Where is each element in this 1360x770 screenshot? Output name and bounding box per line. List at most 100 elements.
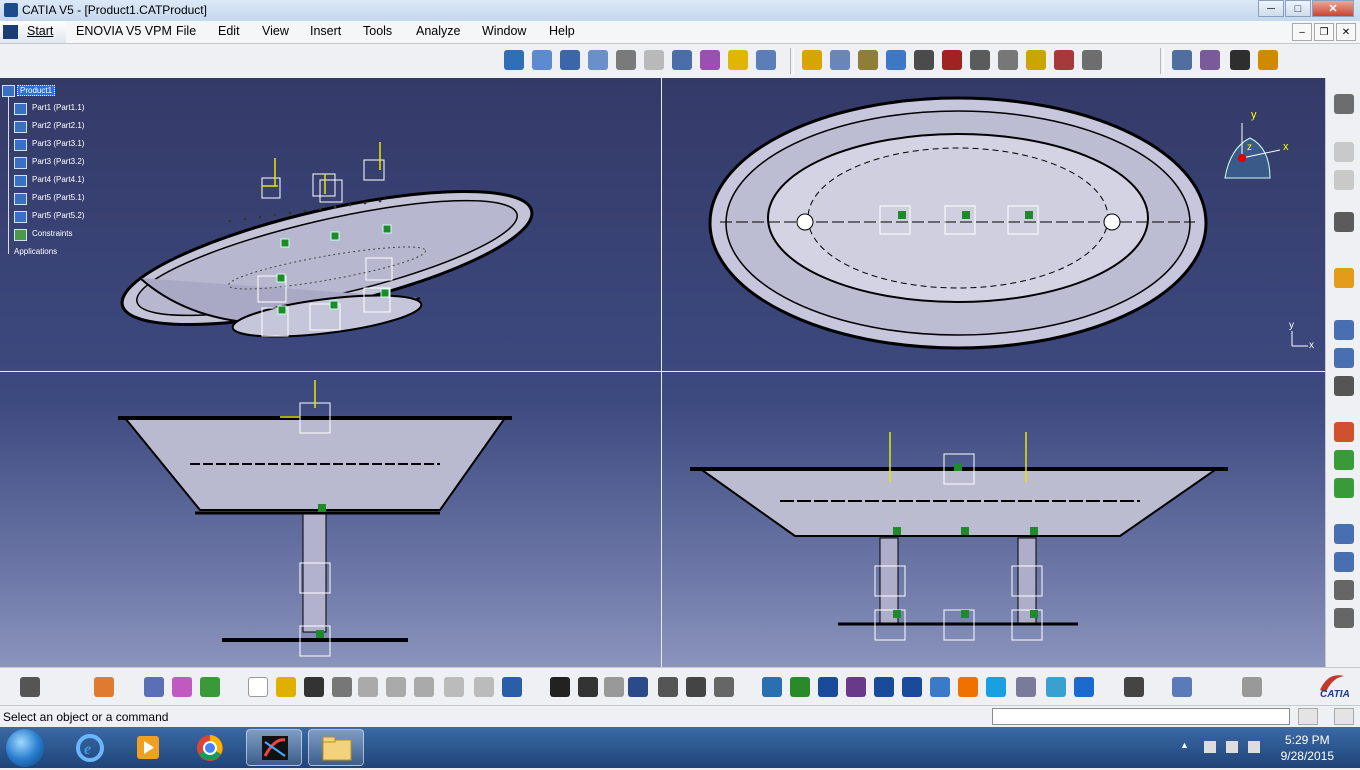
grid-icon[interactable] (94, 677, 114, 697)
tree-item-label[interactable]: Part5 (Part5.1) (32, 193, 84, 202)
cut-icon[interactable] (358, 677, 378, 697)
scenes-icon[interactable] (1334, 376, 1354, 396)
open-folder-icon[interactable] (276, 677, 296, 697)
taskbar-media-player[interactable] (120, 729, 176, 766)
graph-tree-icon[interactable] (700, 50, 720, 70)
fit-all-icon[interactable] (790, 677, 810, 697)
gear-icon[interactable] (802, 50, 822, 70)
stamp-icon[interactable] (1172, 677, 1192, 697)
fly-mode-icon[interactable] (762, 677, 782, 697)
menu-file[interactable]: File (176, 24, 196, 38)
tree-item-label[interactable]: Constraints (32, 229, 72, 238)
menu-view[interactable]: View (262, 24, 289, 38)
zoom-out-icon[interactable] (902, 677, 922, 697)
reuse-pattern-icon[interactable] (1054, 50, 1074, 70)
tree-view-icon[interactable] (658, 677, 678, 697)
3d-viewport[interactable]: y x z y x Product1 Part1 (Part1.1) Part2… (0, 78, 1325, 667)
multi-instantiation-icon[interactable] (756, 50, 776, 70)
new-product-icon[interactable] (560, 50, 580, 70)
tree-item-label[interactable]: Part1 (Part1.1) (32, 103, 84, 112)
parameter-icon[interactable] (714, 677, 734, 697)
weld-icon[interactable] (1334, 608, 1354, 628)
sketch-2-icon[interactable] (1334, 170, 1354, 190)
tree-item-label[interactable]: Part3 (Part3.2) (32, 157, 84, 166)
move-icon[interactable] (1334, 212, 1354, 232)
quick-constraint-icon[interactable] (970, 50, 990, 70)
undo-icon[interactable] (444, 677, 464, 697)
bill-of-material-icon[interactable] (1334, 320, 1354, 340)
select-cursor-icon[interactable] (1334, 268, 1354, 288)
change-constraint-icon[interactable] (1026, 50, 1046, 70)
explode-icon[interactable] (1200, 50, 1220, 70)
distance-icon[interactable] (1334, 478, 1354, 498)
catalog-icon[interactable] (504, 50, 524, 70)
anchor-icon[interactable] (616, 50, 636, 70)
menu-tools[interactable]: Tools (363, 24, 392, 38)
tree-item[interactable]: Part3 (Part3.1) (2, 136, 112, 154)
iso-view-icon[interactable] (986, 677, 1006, 697)
power-input-button[interactable] (1334, 708, 1354, 725)
tree-item-constraints[interactable]: Constraints (2, 226, 112, 244)
system-clock[interactable]: 5:29 PM 9/28/2015 (1281, 732, 1334, 764)
tree-item-label[interactable]: Part5 (Part5.2) (32, 211, 84, 220)
new-file-icon[interactable] (248, 677, 268, 697)
print-icon[interactable] (332, 677, 352, 697)
swap-visible-space-icon[interactable] (1074, 677, 1094, 697)
refresh-icon[interactable] (1242, 677, 1262, 697)
shapes-icon[interactable] (200, 677, 220, 697)
windows-start-orb[interactable] (6, 729, 44, 767)
menu-help[interactable]: Help (549, 24, 575, 38)
tree-item-label[interactable]: Part2 (Part2.1) (32, 121, 84, 130)
tree-item-label[interactable]: Part3 (Part3.1) (32, 139, 84, 148)
tree-root-label[interactable]: Product1 (17, 85, 56, 96)
menu-enovia[interactable]: ENOVIA V5 VPM (76, 24, 172, 38)
tree-item-label[interactable]: Applications (14, 247, 57, 256)
pan-icon[interactable] (818, 677, 838, 697)
taskbar-explorer[interactable] (308, 729, 364, 766)
tree-root[interactable]: Product1 (2, 82, 112, 100)
doc-restore-button[interactable]: ❐ (1314, 23, 1334, 41)
taskbar-catia[interactable] (246, 729, 302, 766)
new-component-icon[interactable] (532, 50, 552, 70)
start-menu[interactable]: Start (0, 21, 66, 43)
normal-view-icon[interactable] (930, 677, 950, 697)
contact-constraint-icon[interactable] (858, 50, 878, 70)
material-icon[interactable] (1124, 677, 1144, 697)
doc-close-button[interactable]: ✕ (1336, 23, 1356, 41)
close-button[interactable]: ✕ (1312, 0, 1354, 17)
tree-item-label[interactable]: Part4 (Part4.1) (32, 175, 84, 184)
sectioning-icon[interactable] (1334, 450, 1354, 470)
whats-this-icon[interactable] (502, 677, 522, 697)
camera-icon[interactable] (20, 677, 40, 697)
stop-manipulate-icon[interactable] (1230, 50, 1250, 70)
lock-icon[interactable] (686, 677, 706, 697)
clash-icon[interactable] (1334, 422, 1354, 442)
flexible-subassembly-icon[interactable] (998, 50, 1018, 70)
show-hidden-icons-icon[interactable]: ▲ (1180, 740, 1192, 752)
volume-icon[interactable] (1248, 741, 1260, 753)
sketch-icon[interactable] (1334, 142, 1354, 162)
annotation-icon[interactable] (1334, 580, 1354, 600)
comment-icon[interactable] (578, 677, 598, 697)
network-icon[interactable] (1226, 741, 1238, 753)
new-part-icon[interactable] (588, 50, 608, 70)
offset-constraint-icon[interactable] (886, 50, 906, 70)
formula-wheel-icon[interactable] (172, 677, 192, 697)
redo-icon[interactable] (474, 677, 494, 697)
copy-icon[interactable] (386, 677, 406, 697)
save-icon[interactable] (304, 677, 324, 697)
measure-icon[interactable] (1334, 524, 1354, 544)
measure-inertia-icon[interactable] (1334, 552, 1354, 572)
manipulation-icon[interactable] (1172, 50, 1192, 70)
pencil-icon[interactable] (644, 50, 664, 70)
paste-icon[interactable] (414, 677, 434, 697)
menu-analyze[interactable]: Analyze (416, 24, 460, 38)
angle-constraint-icon[interactable] (914, 50, 934, 70)
fix-together-icon[interactable] (942, 50, 962, 70)
tree-item[interactable]: Part1 (Part1.1) (2, 100, 112, 118)
taskbar-ie[interactable]: e (62, 729, 118, 766)
tree-item-applications[interactable]: Applications (2, 244, 112, 262)
shading-icon[interactable] (1016, 677, 1036, 697)
command-input[interactable] (992, 708, 1290, 725)
hide-show-icon[interactable] (1046, 677, 1066, 697)
